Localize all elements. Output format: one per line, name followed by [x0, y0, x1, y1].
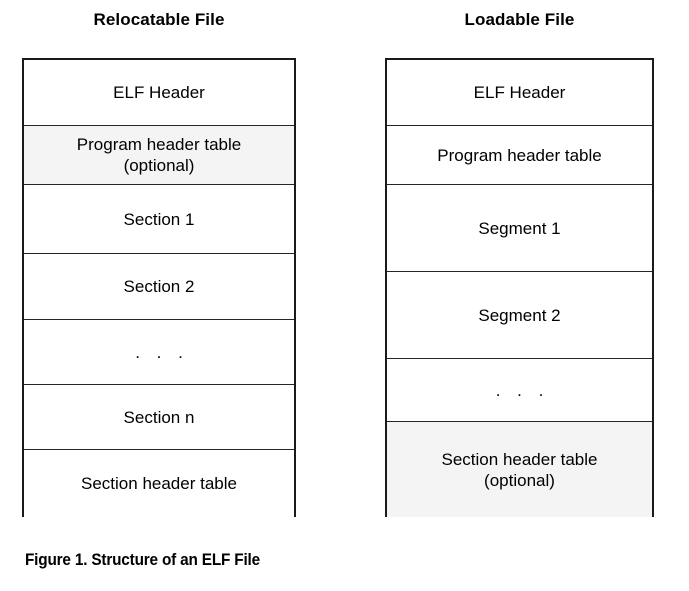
file-row-label: Section n — [123, 407, 195, 427]
file-row-label: . . . — [135, 342, 189, 362]
file-row-label: Section 2 — [123, 277, 195, 296]
file-row: Section header table — [24, 450, 294, 517]
file-row-label: Program header table — [437, 145, 602, 165]
file-row-label: Section header table (optional) — [441, 449, 598, 490]
file-row: . . . — [387, 359, 652, 422]
file-row-label: ELF Header — [113, 83, 205, 102]
elf-structure-figure: Relocatable File Loadable File ELF Heade… — [0, 0, 689, 591]
file-row: Section 2 — [24, 254, 294, 320]
file-row: Program header table — [387, 126, 652, 185]
file-row: Segment 2 — [387, 272, 652, 359]
column-title-loadable: Loadable File — [464, 10, 575, 29]
file-row: . . . — [24, 320, 294, 385]
figure-caption: Figure 1. Structure of an ELF File — [25, 551, 260, 569]
file-row: Program header table (optional) — [24, 126, 294, 185]
file-row-label: . . . — [495, 380, 550, 400]
file-row-label: Program header table (optional) — [76, 135, 242, 175]
file-row-label: Segment 2 — [478, 305, 561, 325]
file-row-label: Section 1 — [123, 209, 195, 229]
file-row-label: Segment 1 — [478, 218, 561, 238]
column-title-relocatable: Relocatable File — [93, 10, 225, 29]
file-row: Segment 1 — [387, 185, 652, 272]
loadable-file-box: ELF Header Program header table Segment 1 S… — [385, 58, 654, 517]
file-row: Section 1 — [24, 185, 294, 254]
file-row: ELF Header — [387, 60, 652, 126]
file-row: Section n — [24, 385, 294, 450]
relocatable-file-box: ELF Header Program header table (optional… — [22, 58, 296, 517]
file-row-label: Section header table — [81, 474, 237, 493]
file-row-label: ELF Header — [473, 83, 566, 102]
file-row: ELF Header — [24, 60, 294, 126]
file-row: Section header table (optional) — [387, 422, 652, 517]
